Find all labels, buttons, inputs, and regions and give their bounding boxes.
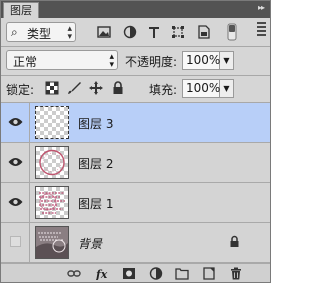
tab-layers[interactable]: 图层 [3, 2, 39, 18]
add-mask-icon[interactable] [122, 267, 136, 280]
collapse-panel-button[interactable]: ▸▸ [258, 3, 265, 12]
layer-name[interactable]: 背景 [78, 235, 102, 252]
layer-row[interactable]: 图层 1 [1, 183, 270, 223]
background-photo-image [36, 227, 68, 258]
lock-image-pixels-icon[interactable] [67, 81, 81, 95]
visibility-toggle[interactable] [1, 103, 30, 142]
adjustment-layer-filter-icon[interactable] [123, 25, 137, 39]
stamp-circle-image [39, 149, 65, 176]
svg-text:fx: fx [96, 268, 108, 280]
new-adjustment-layer-icon[interactable] [149, 267, 163, 280]
layer-name[interactable]: 图层 1 [78, 195, 113, 212]
layer-list: 图层 3 图层 2 图层 1 背景 [1, 103, 270, 263]
type-layer-filter-icon[interactable] [147, 25, 161, 39]
blend-mode-select[interactable]: 正常 ▴ ▾ [6, 50, 118, 70]
eye-icon [8, 158, 23, 166]
new-layer-icon[interactable] [202, 267, 216, 280]
fill-label: 填充: [149, 83, 178, 97]
layers-panel: 图层 ▸▸ ⌕ 类型 ▴ ▾ 正常 ▴ ▾ 不透明度: 100% ▼ 锁定: 填… [0, 0, 271, 283]
stepper-arrows-icon: ▴ ▾ [67, 24, 72, 42]
layer-row[interactable]: 图层 3 [1, 103, 270, 143]
new-group-folder-icon[interactable] [175, 267, 189, 280]
smart-object-filter-icon[interactable] [197, 25, 211, 39]
layer-row[interactable]: 背景 [1, 223, 270, 263]
stepper-arrows-icon: ▴ ▾ [109, 52, 114, 70]
filter-kind-label: 类型 [27, 27, 52, 41]
fill-input[interactable]: 100% [182, 79, 220, 98]
layer-name[interactable]: 图层 3 [78, 115, 113, 132]
lock-icon [230, 235, 239, 247]
link-layers-icon[interactable] [67, 267, 81, 280]
visibility-toggle[interactable] [1, 183, 30, 222]
layer-thumbnail [35, 226, 69, 259]
layer-row[interactable]: 图层 2 [1, 143, 270, 183]
fx-layer-style-icon[interactable]: fx [96, 267, 110, 280]
layer-name[interactable]: 图层 2 [78, 155, 113, 172]
filter-kind-select[interactable]: ⌕ 类型 ▴ ▾ [6, 22, 76, 42]
layer-thumbnail [35, 106, 69, 139]
pixel-layer-filter-icon[interactable] [97, 25, 111, 39]
opacity-dropdown-button[interactable]: ▼ [220, 51, 234, 70]
layer-thumbnail [35, 146, 69, 179]
lock-position-icon[interactable] [89, 81, 103, 95]
search-icon: ⌕ [11, 25, 18, 39]
lock-label: 锁定: [6, 83, 35, 97]
trash-icon[interactable] [229, 267, 243, 280]
divider [1, 46, 270, 47]
visibility-toggle[interactable] [1, 223, 30, 262]
fill-dropdown-button[interactable]: ▼ [220, 79, 234, 98]
opacity-label: 不透明度: [125, 55, 178, 69]
lock-transparent-pixels-icon[interactable] [45, 81, 59, 95]
visibility-off-box [10, 236, 21, 247]
divider [1, 75, 270, 76]
shape-layer-filter-icon[interactable] [171, 25, 185, 39]
lock-all-icon[interactable] [111, 81, 125, 95]
panel-footer: fx [1, 263, 270, 282]
panel-menu-icon[interactable] [257, 20, 267, 38]
layer-thumbnail [35, 186, 69, 219]
eye-icon [8, 198, 23, 206]
opacity-input[interactable]: 100% [182, 51, 220, 70]
stamp-text-image [39, 192, 65, 214]
visibility-toggle[interactable] [1, 143, 30, 182]
blend-mode-value: 正常 [13, 55, 38, 69]
panel-titlebar: 图层 ▸▸ [1, 1, 270, 18]
filter-toggle-switch[interactable] [227, 23, 237, 41]
eye-icon [8, 118, 23, 126]
